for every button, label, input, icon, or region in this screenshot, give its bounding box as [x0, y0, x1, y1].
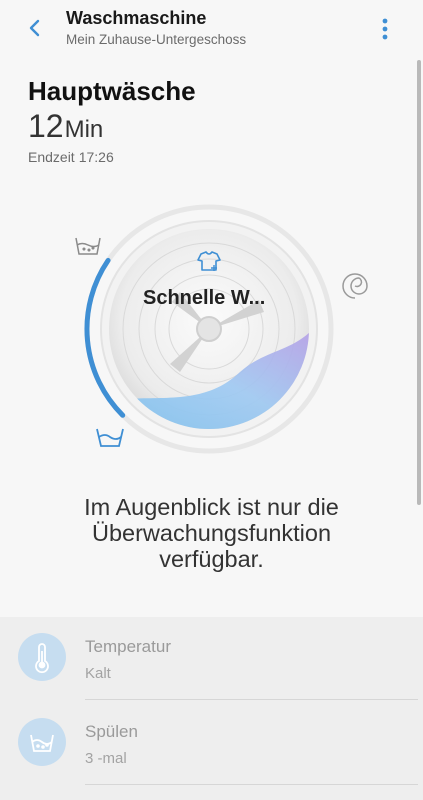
remaining-time-unit: Min	[64, 116, 104, 143]
wash-progress-dial	[75, 204, 368, 454]
option-temperature-value: Kalt	[85, 665, 111, 682]
divider	[85, 699, 418, 700]
more-options-icon[interactable]	[372, 14, 398, 44]
notice-line-2: Überwachungsfunktion	[91, 520, 332, 546]
remaining-time-value: 12	[28, 108, 64, 144]
rinse-icon	[18, 718, 66, 766]
back-arrow-icon[interactable]	[22, 14, 50, 42]
option-temperature-label: Temperatur	[85, 637, 171, 656]
option-rinse-label: Spülen	[85, 722, 138, 741]
notice-line-3: verfügbar.	[159, 546, 264, 572]
option-temperature[interactable]: Temperatur Kalt	[0, 617, 423, 701]
spin-icon	[342, 273, 368, 299]
notice-line-1: Im Augenblick ist nur die	[84, 494, 339, 520]
program-stage: Hauptwäsche	[28, 76, 196, 106]
remaining-time: 12Min	[28, 108, 103, 145]
rinse-basin-icon	[96, 428, 124, 447]
page-title: Waschmaschine	[66, 8, 207, 28]
option-rinse[interactable]: Spülen 3 -mal	[0, 702, 423, 786]
end-time: Endzeit 17:26	[28, 149, 114, 165]
end-time-value: 17:26	[78, 149, 114, 165]
page-subtitle: Mein Zuhause-Untergeschoss	[66, 32, 247, 47]
notice-text: Im Augenblick ist nur die Überwachungsfu…	[40, 494, 383, 572]
divider	[85, 784, 418, 785]
option-rinse-value: 3 -mal	[85, 750, 127, 767]
end-time-label: Endzeit	[28, 149, 75, 165]
thermometer-icon	[18, 633, 66, 681]
wash-basin-icon	[75, 237, 101, 255]
app-bar: Waschmaschine Mein Zuhause-Untergeschoss	[0, 0, 423, 60]
options-panel: Temperatur Kalt Spülen 3 -mal	[0, 617, 423, 800]
course-name: Schnelle W...	[143, 287, 266, 309]
